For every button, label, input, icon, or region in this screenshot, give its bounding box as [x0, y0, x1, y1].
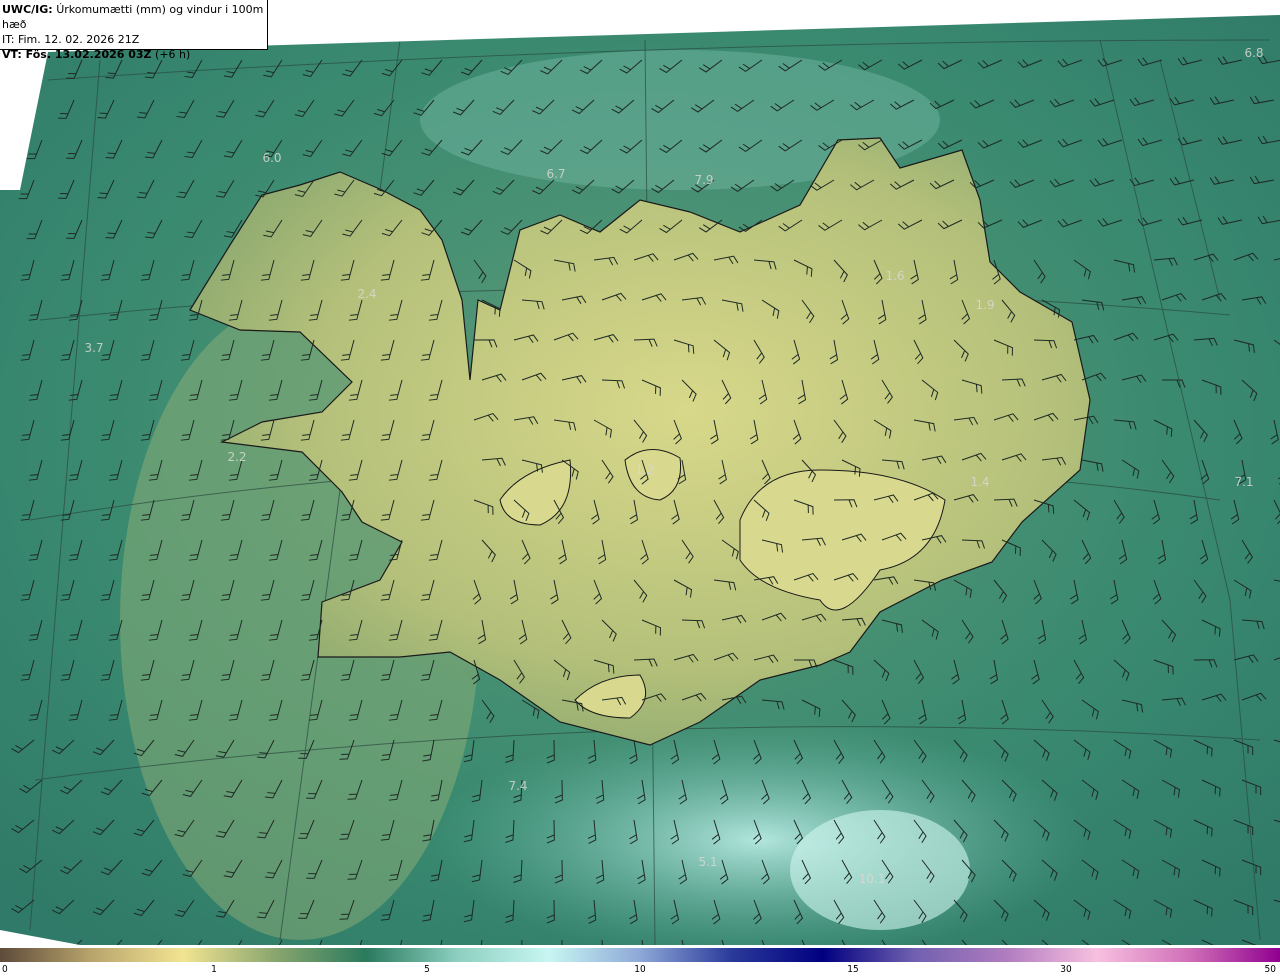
- value-label: 1.2: [635, 463, 654, 477]
- valid-offset: (+6 h): [155, 48, 191, 61]
- colorbar-ticks: 0 1 5 10 15 30 50: [0, 962, 1280, 978]
- southeast-high-precip: [790, 810, 970, 930]
- wind-barb: [26, 59, 43, 80]
- colorbar-tick: 50: [1264, 964, 1276, 975]
- colorbar: [0, 948, 1280, 962]
- value-label: 2.4: [357, 287, 376, 301]
- value-label: 6.8: [1244, 46, 1263, 60]
- value-label: 1.4: [970, 475, 989, 489]
- value-label: 2.2: [227, 450, 246, 464]
- value-label: 1.6: [885, 269, 904, 283]
- map-title-box: UWC/IG: Úrkomumætti (mm) og vindur i 100…: [0, 0, 268, 61]
- wind-barb: [19, 939, 43, 945]
- value-label: 3.7: [84, 341, 103, 355]
- colorbar-tick: 0: [2, 964, 8, 975]
- value-label: 1.9: [975, 298, 994, 312]
- wind-barb: [18, 99, 35, 120]
- value-label: 7.4: [508, 779, 527, 793]
- colorbar-tick: 15: [847, 964, 859, 975]
- value-label: 10.1: [859, 872, 886, 886]
- model-name: UWC/IG:: [2, 3, 53, 16]
- value-label: 7.1: [1234, 475, 1253, 489]
- valid-time: VT: Fös. 13.02.2026 03Z: [2, 48, 152, 61]
- precipitation-wind-map: 6.8 6.0 6.7 7.9 2.4 3.7 1.6 1.9 2.2 1.2 1.4 7.1 7.4 5…: [0, 15, 1280, 945]
- value-label: 7.9: [694, 173, 713, 187]
- issue-time: IT: Fim. 12. 02. 2026 21Z: [2, 33, 140, 46]
- colorbar-tick: 10: [634, 964, 646, 975]
- colorbar-tick: 5: [424, 964, 430, 975]
- value-label: 6.0: [262, 151, 281, 165]
- colorbar-tick: 1: [211, 964, 217, 975]
- value-label: 5.1: [698, 855, 717, 869]
- value-label: 6.7: [546, 167, 565, 181]
- colorbar-tick: 30: [1060, 964, 1072, 975]
- title-line: UWC/IG: Úrkomumætti (mm) og vindur i 100…: [2, 2, 267, 32]
- valid-time-line: VT: Fös. 13.02.2026 03Z (+6 h): [2, 47, 267, 62]
